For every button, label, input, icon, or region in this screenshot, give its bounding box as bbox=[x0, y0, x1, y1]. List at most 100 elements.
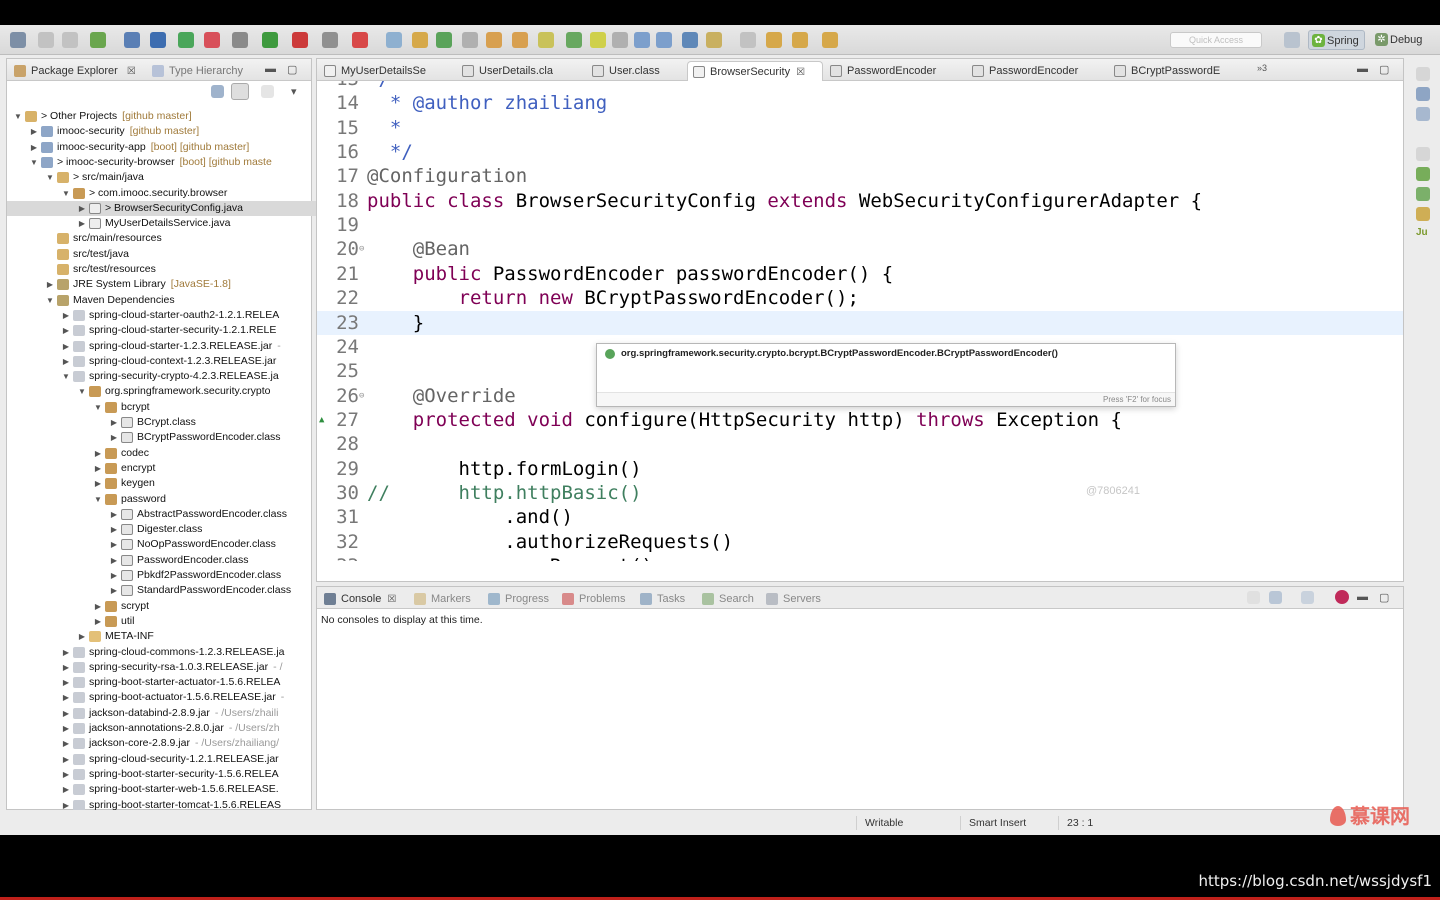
toolbar-button-icon[interactable] bbox=[538, 32, 554, 48]
task-list-icon[interactable] bbox=[1416, 107, 1430, 121]
editor-tab[interactable]: PasswordEncoder bbox=[967, 61, 1107, 81]
tree-item[interactable]: ▼ > Other Projects [github master] bbox=[7, 109, 319, 124]
toolbar-button-icon[interactable] bbox=[386, 32, 402, 48]
collapsed-arrow-icon[interactable]: ▶ bbox=[61, 354, 71, 369]
toolbar-button-icon[interactable] bbox=[292, 32, 308, 48]
focus-icon[interactable] bbox=[261, 85, 274, 98]
code-line[interactable]: 33 .anyRequest() bbox=[317, 554, 1403, 561]
tree-item[interactable]: ▶ jackson-core-2.8.9.jar - /Users/zhailian… bbox=[7, 736, 319, 751]
collapsed-arrow-icon[interactable]: ▶ bbox=[109, 537, 119, 552]
toolbar-button-icon[interactable] bbox=[634, 32, 650, 48]
display-console-icon[interactable] bbox=[1269, 591, 1282, 604]
collapsed-arrow-icon[interactable]: ▶ bbox=[93, 461, 103, 476]
fold-toggle-icon[interactable]: ⊖ bbox=[359, 81, 364, 91]
tree-item[interactable]: ▶ encrypt bbox=[7, 461, 319, 476]
minimize-icon[interactable]: ▬ bbox=[265, 63, 276, 75]
pin-console-icon[interactable] bbox=[1247, 591, 1260, 604]
expanded-arrow-icon[interactable]: ▼ bbox=[45, 293, 55, 308]
tree-item[interactable]: ▶ StandardPasswordEncoder.class bbox=[7, 583, 319, 598]
collapsed-arrow-icon[interactable]: ▶ bbox=[29, 124, 39, 139]
restore-icon[interactable] bbox=[1416, 67, 1430, 81]
tree-item[interactable]: ▶ > BrowserSecurityConfig.java bbox=[7, 200, 319, 216]
tree-item[interactable]: ▶ spring-boot-starter-actuator-1.5.6.RELE… bbox=[7, 675, 319, 690]
expanded-arrow-icon[interactable]: ▼ bbox=[61, 186, 71, 201]
editor-tab[interactable]: MyUserDetailsSe bbox=[319, 61, 455, 81]
tree-item[interactable]: ▶ spring-cloud-commons-1.2.3.RELEASE.ja bbox=[7, 645, 319, 660]
console-tab[interactable]: Console ☒ bbox=[319, 589, 405, 609]
fold-toggle-icon[interactable]: ⊖ bbox=[359, 384, 364, 408]
collapsed-arrow-icon[interactable]: ▶ bbox=[93, 446, 103, 461]
tree-item[interactable]: ▶ imooc-security-app [boot] [github master… bbox=[7, 140, 319, 155]
expanded-arrow-icon[interactable]: ▼ bbox=[93, 400, 103, 415]
collapsed-arrow-icon[interactable]: ▶ bbox=[61, 782, 71, 797]
tree-item[interactable]: ▶ spring-cloud-starter-oauth2-1.2.1.RELEA bbox=[7, 308, 319, 323]
expanded-arrow-icon[interactable]: ▼ bbox=[45, 170, 55, 185]
editor-tab[interactable]: User.class bbox=[587, 61, 685, 81]
collapsed-arrow-icon[interactable]: ▶ bbox=[61, 308, 71, 323]
tree-item[interactable]: ▶ util bbox=[7, 614, 319, 629]
view-menu-icon[interactable]: ▾ bbox=[291, 85, 297, 98]
toolbar-button-icon[interactable] bbox=[38, 32, 54, 48]
collapsed-arrow-icon[interactable]: ▶ bbox=[61, 660, 71, 675]
collapsed-arrow-icon[interactable]: ▶ bbox=[77, 629, 87, 644]
collapsed-arrow-icon[interactable]: ▶ bbox=[93, 476, 103, 491]
quick-access-input[interactable]: Quick Access bbox=[1170, 32, 1262, 48]
tree-item[interactable]: ▼ Maven Dependencies bbox=[7, 293, 319, 308]
editor-tab[interactable]: BCryptPasswordE bbox=[1109, 61, 1249, 81]
collapsed-arrow-icon[interactable]: ▶ bbox=[109, 583, 119, 598]
collapsed-arrow-icon[interactable]: ▶ bbox=[109, 522, 119, 537]
code-line[interactable]: 21 public PasswordEncoder passwordEncode… bbox=[317, 262, 1403, 286]
tree-item[interactable]: ▼ org.springframework.security.crypto bbox=[7, 384, 319, 399]
restore-icon[interactable] bbox=[1416, 147, 1430, 161]
link-with-editor-icon[interactable] bbox=[231, 83, 249, 100]
toolbar-button-icon[interactable] bbox=[822, 32, 838, 48]
code-line[interactable]: 14 * @author zhailiang bbox=[317, 91, 1403, 115]
content-assist-suggestion[interactable]: org.springframework.security.crypto.bcry… bbox=[597, 345, 1175, 363]
collapsed-arrow-icon[interactable]: ▶ bbox=[109, 415, 119, 430]
content-assist-popup[interactable]: org.springframework.security.crypto.bcry… bbox=[596, 343, 1176, 407]
maximize-icon[interactable]: ▢ bbox=[1379, 591, 1389, 604]
tree-item[interactable]: src/test/resources bbox=[7, 262, 319, 277]
tree-item[interactable]: ▶ imooc-security [github master] bbox=[7, 124, 319, 139]
toolbar-button-icon[interactable] bbox=[10, 32, 26, 48]
collapsed-arrow-icon[interactable]: ▶ bbox=[61, 752, 71, 767]
toolbar-button-icon[interactable] bbox=[204, 32, 220, 48]
open-perspective-icon[interactable] bbox=[1284, 32, 1300, 48]
tree-item[interactable]: ▶ keygen bbox=[7, 476, 319, 491]
tree-item[interactable]: ▶ spring-boot-starter-security-1.5.6.RELE… bbox=[7, 767, 319, 782]
collapsed-arrow-icon[interactable]: ▶ bbox=[61, 645, 71, 660]
collapsed-arrow-icon[interactable]: ▶ bbox=[61, 675, 71, 690]
tree-item[interactable]: ▶ spring-security-rsa-1.0.3.RELEASE.jar - … bbox=[7, 660, 319, 675]
collapsed-arrow-icon[interactable]: ▶ bbox=[109, 553, 119, 568]
tree-item[interactable]: ▶ spring-boot-starter-web-1.5.6.RELEASE. bbox=[7, 782, 319, 797]
tree-item[interactable]: ▶ scrypt bbox=[7, 599, 319, 614]
tree-item[interactable]: ▶ PasswordEncoder.class bbox=[7, 553, 319, 568]
minimize-icon[interactable]: ▬ bbox=[1357, 591, 1368, 603]
editor-tab[interactable]: UserDetails.cla bbox=[457, 61, 585, 81]
toolbar-button-icon[interactable] bbox=[740, 32, 756, 48]
toolbar-button-icon[interactable] bbox=[706, 32, 722, 48]
code-line[interactable]: 13⊖ /** bbox=[317, 81, 1403, 91]
tree-item[interactable]: ▶ spring-cloud-context-1.2.3.RELEASE.jar bbox=[7, 354, 319, 369]
tree-item[interactable]: src/main/resources bbox=[7, 231, 319, 246]
toolbar-button-icon[interactable] bbox=[436, 32, 452, 48]
collapsed-arrow-icon[interactable]: ▶ bbox=[61, 706, 71, 721]
tree-item[interactable]: ▶ MyUserDetailsService.java bbox=[7, 216, 319, 231]
close-icon[interactable]: ☒ bbox=[387, 594, 396, 605]
tree-item[interactable]: ▶ BCryptPasswordEncoder.class bbox=[7, 430, 319, 445]
collapsed-arrow-icon[interactable]: ▶ bbox=[77, 201, 87, 216]
console-tab[interactable]: Servers bbox=[761, 589, 825, 609]
code-line[interactable]: 19 bbox=[317, 213, 1403, 237]
perspective-debug[interactable]: ✲ Debug bbox=[1372, 30, 1427, 50]
collapse-all-icon[interactable] bbox=[211, 85, 224, 98]
tree-item[interactable]: ▶ spring-boot-actuator-1.5.6.RELEASE.jar - bbox=[7, 690, 319, 705]
code-line[interactable]: 17 @Configuration bbox=[317, 164, 1403, 188]
toolbar-button-icon[interactable] bbox=[262, 32, 278, 48]
code-line[interactable]: 23 } bbox=[317, 310, 1403, 335]
toolbar-button-icon[interactable] bbox=[612, 32, 628, 48]
outline-icon[interactable] bbox=[1416, 87, 1430, 101]
toolbar-button-icon[interactable] bbox=[682, 32, 698, 48]
toolbar-button-icon[interactable] bbox=[462, 32, 478, 48]
tree-item[interactable]: ▶ spring-cloud-starter-1.2.3.RELEASE.jar - bbox=[7, 339, 319, 354]
code-line[interactable]: 31 .and() bbox=[317, 505, 1403, 529]
